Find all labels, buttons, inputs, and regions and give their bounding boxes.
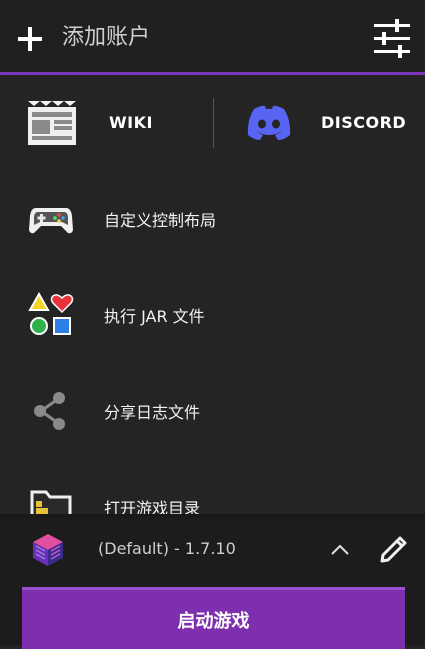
menu-item-label: 自定义控制布局: [104, 211, 217, 230]
sliders-icon[interactable]: [372, 18, 412, 58]
shapes-icon: [28, 292, 74, 335]
profile-block-icon[interactable]: [30, 532, 66, 568]
plus-icon[interactable]: [16, 25, 44, 53]
newspaper-icon: [28, 101, 76, 145]
header-accent-line: [0, 72, 425, 75]
launch-game-button[interactable]: 启动游戏: [22, 587, 405, 649]
launch-panel: (Default) - 1.7.10 启动游戏: [0, 514, 425, 649]
menu-item-share-log[interactable]: 分享日志文件: [0, 362, 425, 458]
menu-item-label: 执行 JAR 文件: [104, 307, 205, 326]
discord-label: DISCORD: [321, 113, 407, 132]
menu-item-run-jar[interactable]: 执行 JAR 文件: [0, 266, 425, 362]
menu-item-label: 分享日志文件: [104, 403, 201, 422]
top-app-bar: 添加账户: [0, 0, 425, 72]
share-icon: [34, 392, 65, 430]
discord-button[interactable]: DISCORD: [214, 76, 425, 172]
links-row: WIKI DISCORD: [0, 76, 425, 172]
wiki-button[interactable]: WIKI: [0, 76, 212, 172]
gamepad-icon: [29, 208, 73, 234]
menu-item-custom-controls[interactable]: 自定义控制布局: [0, 170, 425, 266]
discord-icon: [247, 105, 291, 140]
wiki-label: WIKI: [109, 113, 153, 132]
add-account-button[interactable]: 添加账户: [62, 22, 150, 54]
chevron-up-icon[interactable]: [328, 538, 352, 562]
edit-icon[interactable]: [377, 532, 411, 566]
profile-version-selector[interactable]: (Default) - 1.7.10: [98, 539, 236, 558]
